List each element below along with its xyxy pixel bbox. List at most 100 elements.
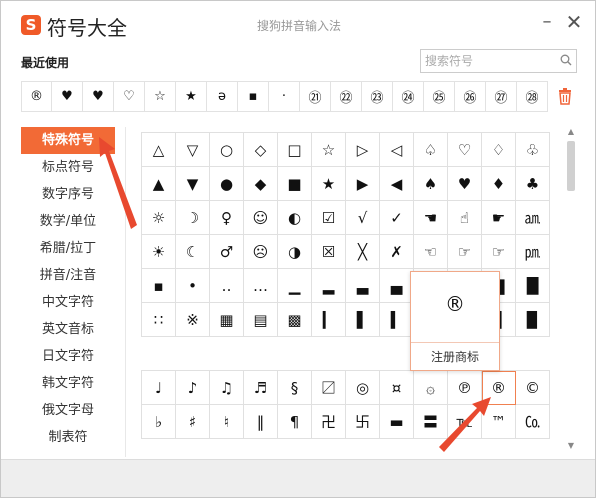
search-icon[interactable]: [560, 54, 572, 66]
search-input[interactable]: [425, 52, 549, 70]
symbol-cell[interactable]: 〓: [414, 405, 448, 439]
symbol-cell[interactable]: △: [142, 133, 176, 167]
category-item[interactable]: 制表符: [21, 424, 115, 451]
symbol-cell[interactable]: ☝: [448, 201, 482, 235]
symbol-cell[interactable]: ♯: [176, 405, 210, 439]
recent-symbol[interactable]: ㉑: [300, 81, 331, 112]
symbol-cell[interactable]: 〼: [312, 371, 346, 405]
search-box[interactable]: [420, 49, 577, 73]
symbol-cell[interactable]: □: [278, 133, 312, 167]
symbol-cell[interactable]: ♂: [210, 235, 244, 269]
symbol-cell[interactable]: ▲: [142, 167, 176, 201]
symbol-cell[interactable]: ▉: [516, 303, 550, 337]
symbol-cell[interactable]: •: [176, 269, 210, 303]
symbol-cell[interactable]: ▌: [346, 303, 380, 337]
close-button[interactable]: ✕: [563, 11, 585, 33]
symbol-cell[interactable]: ▶: [346, 167, 380, 201]
scroll-thumb[interactable]: [567, 141, 575, 191]
category-item[interactable]: 希腊/拉丁: [21, 235, 115, 262]
symbol-cell[interactable]: ♪: [176, 371, 210, 405]
symbol-cell[interactable]: ™: [482, 405, 516, 439]
symbol-cell[interactable]: ㏇: [516, 405, 550, 439]
symbol-cell[interactable]: ♦: [482, 167, 516, 201]
symbol-cell[interactable]: ©: [516, 371, 550, 405]
category-item[interactable]: 日文字符: [21, 343, 115, 370]
symbol-cell[interactable]: ▷: [346, 133, 380, 167]
category-item[interactable]: 英文音标: [21, 316, 115, 343]
category-item[interactable]: 中文字符: [21, 289, 115, 316]
symbol-cell[interactable]: ¤: [380, 371, 414, 405]
symbol-cell[interactable]: ▼: [176, 167, 210, 201]
recent-symbol[interactable]: ㉕: [424, 81, 455, 112]
recent-symbol[interactable]: ㉖: [455, 81, 486, 112]
recent-symbol[interactable]: ə: [207, 81, 238, 112]
symbol-cell[interactable]: ▍: [380, 303, 414, 337]
symbol-cell[interactable]: ▤: [244, 303, 278, 337]
recent-symbol[interactable]: ♥: [83, 81, 114, 112]
symbol-cell[interactable]: ☾: [176, 235, 210, 269]
scroll-down-icon[interactable]: ▼: [565, 441, 577, 451]
recent-symbol[interactable]: ♥: [52, 81, 83, 112]
symbol-cell[interactable]: ♧: [516, 133, 550, 167]
title-bar[interactable]: S 符号大全 搜狗拼音输入法 – ✕: [1, 1, 595, 41]
symbol-cell[interactable]: ♫: [210, 371, 244, 405]
symbol-cell[interactable]: ☑: [312, 201, 346, 235]
symbol-cell[interactable]: ♮: [210, 405, 244, 439]
symbol-cell[interactable]: ▄: [380, 269, 414, 303]
symbol-cell[interactable]: ‖: [244, 405, 278, 439]
symbol-cell[interactable]: ╳: [346, 235, 380, 269]
symbol-cell[interactable]: ۞: [414, 371, 448, 405]
symbol-cell[interactable]: ○: [210, 133, 244, 167]
scroll-up-icon[interactable]: ▲: [565, 127, 577, 137]
symbol-cell[interactable]: ㏘: [516, 235, 550, 269]
symbol-cell[interactable]: ♩: [142, 371, 176, 405]
symbol-cell[interactable]: ∷: [142, 303, 176, 337]
symbol-cell[interactable]: ℗: [448, 371, 482, 405]
symbol-cell[interactable]: ♬: [244, 371, 278, 405]
symbol-cell[interactable]: ▁: [278, 269, 312, 303]
symbol-cell[interactable]: ♢: [482, 133, 516, 167]
symbol-cell[interactable]: …: [244, 269, 278, 303]
symbol-cell[interactable]: ▦: [210, 303, 244, 337]
symbol-cell[interactable]: ♥: [448, 167, 482, 201]
symbol-cell[interactable]: █: [516, 269, 550, 303]
symbol-cell[interactable]: ☞: [448, 235, 482, 269]
symbol-cell[interactable]: ㏂: [516, 201, 550, 235]
symbol-cell[interactable]: √: [346, 201, 380, 235]
symbol-cell[interactable]: ◎: [346, 371, 380, 405]
symbol-cell[interactable]: ▪: [142, 269, 176, 303]
symbol-cell[interactable]: ▩: [278, 303, 312, 337]
symbol-cell[interactable]: ▽: [176, 133, 210, 167]
symbol-cell[interactable]: ✓: [380, 201, 414, 235]
symbol-cell[interactable]: ◑: [278, 235, 312, 269]
symbol-cell[interactable]: ‥: [210, 269, 244, 303]
symbol-cell[interactable]: 卍: [312, 405, 346, 439]
symbol-cell[interactable]: ※: [176, 303, 210, 337]
symbol-cell[interactable]: ■: [278, 167, 312, 201]
symbol-cell[interactable]: ☞: [482, 235, 516, 269]
vertical-scrollbar[interactable]: ▲ ▼: [565, 127, 577, 453]
symbol-cell[interactable]: ☺: [244, 201, 278, 235]
recent-symbol[interactable]: ㉘: [517, 81, 548, 112]
category-item[interactable]: 数字序号: [21, 181, 115, 208]
symbol-cell[interactable]: ®: [482, 371, 516, 405]
symbol-cell[interactable]: ●: [210, 167, 244, 201]
category-item[interactable]: 俄文字母: [21, 397, 115, 424]
symbol-cell[interactable]: ♤: [414, 133, 448, 167]
symbol-cell[interactable]: ♠: [414, 167, 448, 201]
symbol-cell[interactable]: ♭: [142, 405, 176, 439]
symbol-cell[interactable]: ☒: [312, 235, 346, 269]
symbol-cell[interactable]: ☜: [414, 235, 448, 269]
category-item[interactable]: 数学/单位: [21, 208, 115, 235]
symbol-cell[interactable]: ▎: [312, 303, 346, 337]
symbol-cell[interactable]: ▬: [380, 405, 414, 439]
symbol-cell[interactable]: ◐: [278, 201, 312, 235]
recent-symbol[interactable]: ☆: [145, 81, 176, 112]
category-item[interactable]: 标点符号: [21, 154, 115, 181]
symbol-cell[interactable]: ◁: [380, 133, 414, 167]
symbol-cell[interactable]: ★: [312, 167, 346, 201]
recent-symbol[interactable]: ㉔: [393, 81, 424, 112]
recent-symbol[interactable]: ·: [269, 81, 300, 112]
symbol-cell[interactable]: ▂: [312, 269, 346, 303]
symbol-cell[interactable]: ☼: [142, 201, 176, 235]
